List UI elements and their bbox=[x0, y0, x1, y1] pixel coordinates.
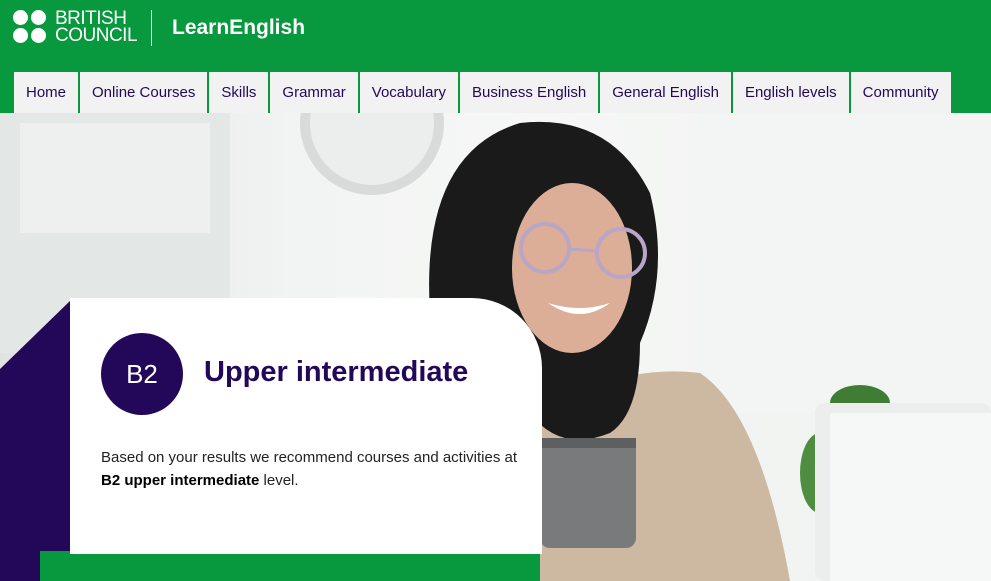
purple-accent-shape bbox=[0, 299, 72, 581]
level-result-card: B2 Upper intermediate Based on your resu… bbox=[70, 298, 542, 554]
nav-item-business-english[interactable]: Business English bbox=[459, 72, 599, 113]
logo-text: BRITISH COUNCIL bbox=[55, 9, 138, 46]
level-description: Based on your results we recommend cours… bbox=[101, 446, 531, 492]
level-desc-bold: B2 upper intermediate bbox=[101, 472, 260, 489]
logo-line2: COUNCIL bbox=[55, 25, 138, 46]
logo-dots-icon bbox=[13, 10, 47, 44]
site-name-link[interactable]: LearnEnglish bbox=[172, 16, 305, 40]
logo-divider bbox=[151, 10, 152, 46]
nav-item-home[interactable]: Home bbox=[14, 72, 79, 113]
nav-item-english-levels[interactable]: English levels bbox=[732, 72, 849, 113]
main-nav: Home Online Courses Skills Grammar Vocab… bbox=[14, 72, 951, 113]
nav-item-grammar[interactable]: Grammar bbox=[270, 72, 358, 113]
site-header: BRITISH COUNCIL LearnEnglish Home Online… bbox=[0, 0, 991, 113]
nav-item-skills[interactable]: Skills bbox=[209, 72, 269, 113]
level-desc-suffix: level. bbox=[259, 472, 299, 489]
level-desc-prefix: Based on your results we recommend cours… bbox=[101, 449, 518, 466]
british-council-logo[interactable]: BRITISH COUNCIL bbox=[13, 9, 138, 46]
green-accent-strip bbox=[40, 551, 540, 581]
nav-item-vocabulary[interactable]: Vocabulary bbox=[359, 72, 458, 113]
hero-banner: B2 Upper intermediate Based on your resu… bbox=[0, 113, 991, 581]
level-title: Upper intermediate bbox=[204, 356, 469, 388]
nav-item-general-english[interactable]: General English bbox=[600, 72, 731, 113]
nav-item-online-courses[interactable]: Online Courses bbox=[80, 72, 208, 113]
level-badge: B2 bbox=[101, 333, 183, 415]
nav-item-community[interactable]: Community bbox=[850, 72, 951, 113]
